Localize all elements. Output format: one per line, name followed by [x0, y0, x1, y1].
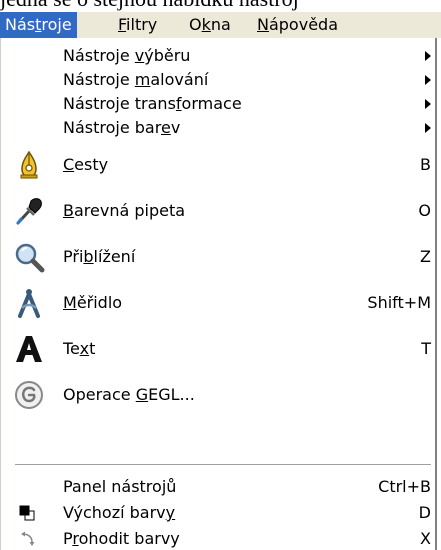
shortcut-label: Z [420, 247, 431, 266]
menu-item-paths[interactable]: Cesty B [1, 142, 435, 188]
menu-item-text[interactable]: Text T [1, 326, 435, 372]
menu-filters[interactable]: Filtry [113, 12, 162, 38]
shortcut-label: Ctrl+B [378, 477, 431, 496]
menu-tools-label-post: roje [41, 15, 72, 34]
menu-tools[interactable]: Nástroje [0, 12, 77, 38]
shortcut-label: B [420, 155, 431, 174]
submenu-selection-tools[interactable]: Nástroje výběru [1, 44, 435, 68]
submenu-transform-tools[interactable]: Nástroje transformace [1, 92, 435, 116]
menu-item-label: Měřidlo [63, 293, 123, 312]
submenu-paint-tools[interactable]: Nástroje malování [1, 68, 435, 92]
submenu-label: Nástroje malování [63, 70, 209, 89]
menu-item-label: Panel nástrojů [63, 477, 177, 496]
menu-item-color-picker[interactable]: Barevná pipeta O [1, 188, 435, 234]
menu-item-gegl-operation[interactable]: Operace GEGL... [1, 372, 435, 418]
menu-help-label-key: N [257, 15, 269, 34]
menu-help[interactable]: Nápověda [252, 12, 343, 38]
menu-item-measure[interactable]: Měřidlo Shift+M [1, 280, 435, 326]
swap-colors-icon [21, 531, 35, 546]
menu-item-label: Operace GEGL... [63, 385, 195, 404]
menu-filters-label-key: F [118, 15, 127, 34]
measure-icon [18, 289, 40, 318]
gegl-icon [15, 381, 43, 409]
shortcut-label: X [420, 529, 431, 548]
submenu-label: Nástroje výběru [63, 46, 191, 65]
menu-help-label-post: ápověda [268, 15, 338, 34]
menu-windows-label-pre: O [189, 15, 202, 34]
menubar: Nástroje Filtry Okna Nápověda [0, 12, 441, 38]
menu-windows[interactable]: Okna [184, 12, 236, 38]
menu-item-default-colors[interactable]: Výchozí barvy D [1, 500, 435, 526]
submenu-arrow-icon [425, 75, 431, 85]
menu-item-label: Prohodit barvy [63, 529, 180, 548]
text-icon [16, 336, 42, 362]
submenu-arrow-icon [425, 51, 431, 61]
zoom-icon [15, 243, 45, 273]
tools-dropdown-menu: Nástroje výběru Nástroje malování Nástro… [0, 38, 437, 550]
submenu-label: Nástroje barev [63, 118, 181, 137]
menu-tools-label-pre: Nás [5, 15, 36, 34]
menu-item-label: Text [63, 339, 96, 358]
menu-item-label: Výchozí barvy [63, 503, 176, 522]
submenu-arrow-icon [425, 99, 431, 109]
document-text: jedná se o stejnou nabídku nástroj [0, 0, 299, 12]
menu-item-zoom[interactable]: Přiblížení Z [1, 234, 435, 280]
menu-item-swap-colors[interactable]: Prohodit barvy X [1, 526, 435, 550]
submenu-color-tools[interactable]: Nástroje barev [1, 116, 435, 140]
menu-item-toolbox[interactable]: Panel nástrojů Ctrl+B [1, 474, 435, 500]
color-picker-icon [16, 198, 42, 225]
submenu-label: Nástroje transformace [63, 94, 242, 113]
menu-separator [15, 464, 431, 466]
shortcut-label: D [418, 503, 431, 522]
menu-item-label: Barevná pipeta [63, 201, 186, 220]
menu-windows-label-post: na [210, 15, 231, 34]
shortcut-label: Shift+M [367, 293, 431, 312]
default-colors-icon [19, 505, 35, 521]
menu-windows-label-key: k [201, 15, 211, 34]
submenu-arrow-icon [425, 123, 431, 133]
shortcut-label: T [421, 339, 431, 358]
shortcut-label: O [418, 201, 431, 220]
paths-icon [20, 150, 38, 179]
menu-filters-label-post: iltry [126, 15, 158, 34]
menu-item-label: Přiblížení [63, 247, 136, 266]
menu-item-label: Cesty [63, 155, 109, 174]
